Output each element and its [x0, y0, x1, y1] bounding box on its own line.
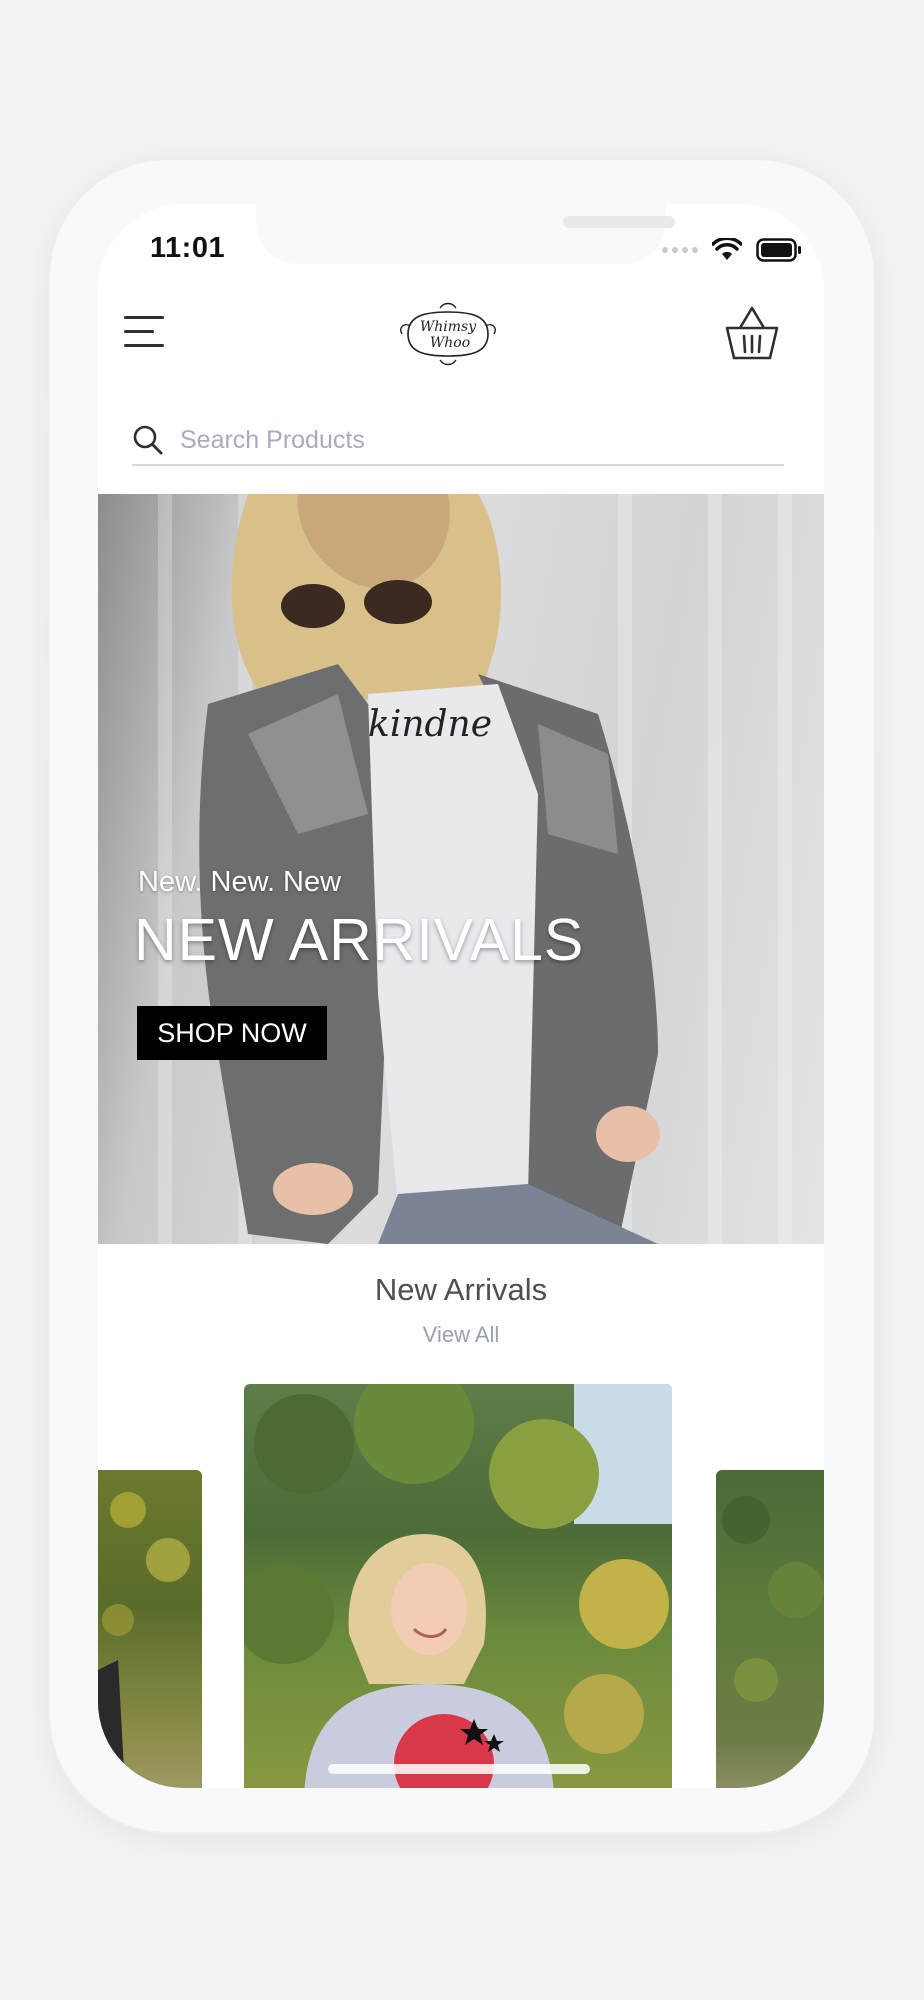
shop-now-button[interactable]: SHOP NOW — [137, 1006, 327, 1060]
product-image — [722, 1496, 824, 1702]
battery-icon — [756, 238, 801, 262]
product-card-next[interactable] — [716, 1470, 824, 1788]
status-icons — [662, 238, 802, 262]
hero-subtitle: New. New. New — [138, 866, 342, 898]
product-card-prev[interactable] — [98, 1470, 202, 1788]
hero-title: NEW ARRIVALS — [134, 907, 585, 973]
logo-text-line2: Whoo — [430, 335, 470, 351]
shopping-basket-icon[interactable] — [724, 304, 780, 362]
search-input[interactable] — [180, 420, 740, 460]
device-volume-down-button — [42, 660, 50, 760]
device-power-button — [874, 534, 882, 748]
wifi-icon — [712, 238, 742, 260]
product-card[interactable] — [244, 1384, 672, 1788]
hero-banner[interactable]: kindne New. New. New NEW ARRIVALS SHOP N… — [98, 494, 824, 1244]
view-all-link[interactable]: View All — [98, 1322, 824, 1348]
device-notch — [256, 204, 675, 264]
search-bar[interactable] — [132, 416, 784, 466]
section-title: New Arrivals — [374, 1272, 548, 1307]
product-image — [244, 1384, 672, 1788]
speaker-grille — [563, 216, 675, 228]
cellular-signal-icon — [662, 247, 698, 253]
hamburger-menu-button[interactable] — [124, 314, 164, 350]
shirt-print-text: kindne — [368, 704, 493, 745]
status-time: 11:01 — [150, 232, 226, 264]
device-volume-up-button — [42, 520, 50, 620]
product-image — [98, 1492, 190, 1788]
app-screen: 11:01 Whimsy Whoo Search Products kindne… — [98, 204, 824, 1788]
device-side-button — [42, 396, 50, 430]
logo-text-line1: Whimsy — [420, 319, 477, 335]
brand-logo[interactable]: Whimsy Whoo — [398, 302, 498, 366]
home-indicator[interactable] — [328, 1764, 590, 1774]
search-icon — [133, 425, 163, 455]
